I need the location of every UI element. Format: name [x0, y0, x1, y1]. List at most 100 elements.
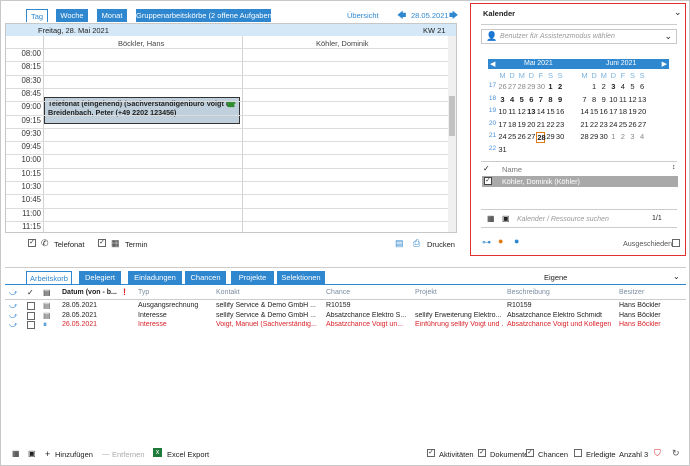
collapse-chevron-icon[interactable]: ⌄ — [674, 7, 682, 18]
calendar-day[interactable]: 29 — [590, 132, 599, 141]
column-header[interactable]: Projekt — [415, 289, 437, 296]
calendar-day[interactable]: 16 — [599, 107, 608, 116]
telefonat-checkbox[interactable]: ✓ — [28, 239, 36, 247]
follow-up-icon[interactable]: ⤻ — [9, 301, 18, 311]
calendar-day[interactable]: 24 — [609, 120, 618, 129]
follow-up-icon[interactable]: ⤻ — [9, 311, 18, 321]
add-icon[interactable]: + — [45, 449, 50, 459]
calendar-day[interactable]: 3 — [498, 95, 507, 104]
calendar-day[interactable]: 27 — [638, 120, 647, 129]
group-icon[interactable]: ● — [514, 236, 519, 246]
chancen-checkbox[interactable]: ✓ — [526, 449, 534, 457]
calendar-day[interactable]: 12 — [628, 95, 637, 104]
calendar-day[interactable]: 5 — [517, 95, 526, 104]
calendar-day[interactable]: 28 — [517, 82, 526, 91]
calendar-day[interactable]: 2 — [618, 132, 627, 141]
qr-code-icon[interactable]: ▣ — [28, 449, 36, 458]
calendar-day[interactable]: 8 — [590, 95, 599, 104]
calendar-day[interactable]: 2 — [556, 82, 565, 91]
tab-arbeitskorb[interactable]: Arbeitskorb — [26, 271, 72, 284]
calendar-day[interactable]: 28 — [536, 132, 546, 143]
calendar-day[interactable]: 15 — [546, 107, 555, 116]
calendar-day[interactable]: 26 — [628, 120, 637, 129]
calendar-day[interactable]: 28 — [580, 132, 589, 141]
next-month-icon[interactable]: ▶ — [662, 60, 667, 68]
termin-checkbox[interactable]: ✓ — [98, 239, 106, 247]
row-checkbox[interactable] — [27, 311, 35, 320]
dokumente-checkbox[interactable]: ✓ — [478, 449, 486, 457]
row-checkbox[interactable] — [27, 321, 35, 329]
prev-arrow-icon[interactable]: 🡄 — [397, 10, 406, 20]
calendar-day[interactable]: 21 — [580, 120, 589, 129]
calendar-day[interactable]: 20 — [527, 120, 536, 129]
calendar-day[interactable]: 2 — [599, 82, 608, 91]
calendar-day[interactable]: 27 — [527, 132, 536, 141]
calendar-day[interactable]: 20 — [638, 107, 647, 116]
calendar-day[interactable]: 25 — [508, 132, 517, 141]
tab-einladungen[interactable]: Einladungen — [128, 271, 182, 284]
calendar-day[interactable]: 25 — [618, 120, 627, 129]
calendar-day[interactable]: 18 — [508, 120, 517, 129]
calendar-day[interactable]: 31 — [498, 145, 507, 154]
calendar-day[interactable]: 3 — [609, 82, 618, 91]
column-header[interactable]: Typ — [138, 289, 149, 296]
calendar-day[interactable]: 29 — [527, 82, 536, 91]
calendar-day[interactable]: 4 — [508, 95, 517, 104]
sort-icon[interactable]: ↕ — [672, 164, 676, 171]
tab-projekte[interactable]: Projekte — [231, 271, 274, 284]
qr-icon[interactable]: ▣ — [502, 214, 510, 223]
printer-icon[interactable]: ⎙ — [413, 238, 420, 248]
tab-tag[interactable]: Tag — [26, 9, 48, 22]
scrollbar[interactable] — [448, 36, 456, 232]
calendar-day[interactable]: 22 — [546, 120, 555, 129]
calendar-day[interactable]: 30 — [599, 132, 608, 141]
calendar-day[interactable]: 6 — [638, 82, 647, 91]
print-label[interactable]: Drucken — [427, 240, 455, 249]
column-header[interactable]: Beschreibung — [507, 289, 550, 296]
calendar-day[interactable]: 4 — [638, 132, 647, 141]
export-icon[interactable]: ▤ — [395, 238, 404, 248]
calendar-day[interactable]: 19 — [628, 107, 637, 116]
aktivitaeten-checkbox[interactable]: ✓ — [427, 449, 435, 457]
calendar-day[interactable]: 23 — [599, 120, 608, 129]
ausgeschiedene-checkbox[interactable] — [672, 239, 680, 247]
calendar-day[interactable]: 30 — [536, 82, 545, 91]
calendar-day[interactable]: 11 — [618, 95, 627, 104]
calendar-day[interactable]: 17 — [498, 120, 507, 129]
column-header[interactable]: Kontakt — [216, 289, 240, 296]
toggle-icon[interactable]: ⊶ — [482, 237, 491, 247]
calendar-day[interactable]: 18 — [618, 107, 627, 116]
calendar-day[interactable]: 13 — [527, 107, 536, 116]
filter-clear-icon[interactable]: ⛉ — [654, 448, 661, 459]
prev-month-icon[interactable]: ◀ — [490, 60, 495, 68]
calendar-day[interactable]: 16 — [556, 107, 565, 116]
row-checkbox[interactable] — [27, 302, 35, 310]
resource-search-input[interactable]: Kalender / Ressource suchen — [517, 216, 609, 223]
calendar-day[interactable]: 15 — [590, 107, 599, 116]
next-arrow-icon[interactable]: 🡆 — [449, 10, 458, 20]
calendar-day[interactable]: 10 — [498, 107, 507, 116]
tab-gruppenarbeitskoerbe[interactable]: Gruppenarbeitskörbe (2 offene Aufgaben) — [136, 9, 271, 22]
calendar-day[interactable]: 29 — [546, 132, 555, 141]
calendar-day[interactable]: 26 — [498, 82, 507, 91]
calendar-day[interactable]: 13 — [638, 95, 647, 104]
excel-export-button[interactable]: Excel Export — [167, 450, 209, 459]
chevron-down-icon[interactable]: ⌄ — [664, 31, 672, 42]
calendar-day[interactable]: 5 — [628, 82, 637, 91]
calendar-day[interactable]: 26 — [517, 132, 526, 141]
column-header[interactable]: Datum (von - b... — [62, 289, 117, 296]
calendar-day[interactable]: 9 — [599, 95, 608, 104]
calendar-day[interactable]: 17 — [609, 107, 618, 116]
calendar-day[interactable]: 11 — [508, 107, 517, 116]
overview-link[interactable]: Übersicht — [347, 11, 379, 20]
calendar-day[interactable]: 22 — [590, 120, 599, 129]
tab-selektionen[interactable]: Selektionen — [277, 271, 325, 284]
resource-row[interactable]: ✓ Köhler, Dominik (Köhler) — [482, 176, 678, 187]
calendar-day[interactable]: 4 — [618, 82, 627, 91]
follow-up-icon[interactable]: ⤻ — [9, 320, 18, 330]
tab-chancen[interactable]: Chancen — [185, 271, 226, 284]
calendar-day[interactable]: 10 — [609, 95, 618, 104]
calendar-day[interactable]: 6 — [527, 95, 536, 104]
grid-view-icon[interactable]: ▦ — [487, 214, 495, 223]
grid-toggle-icon[interactable]: ▦ — [12, 449, 20, 458]
